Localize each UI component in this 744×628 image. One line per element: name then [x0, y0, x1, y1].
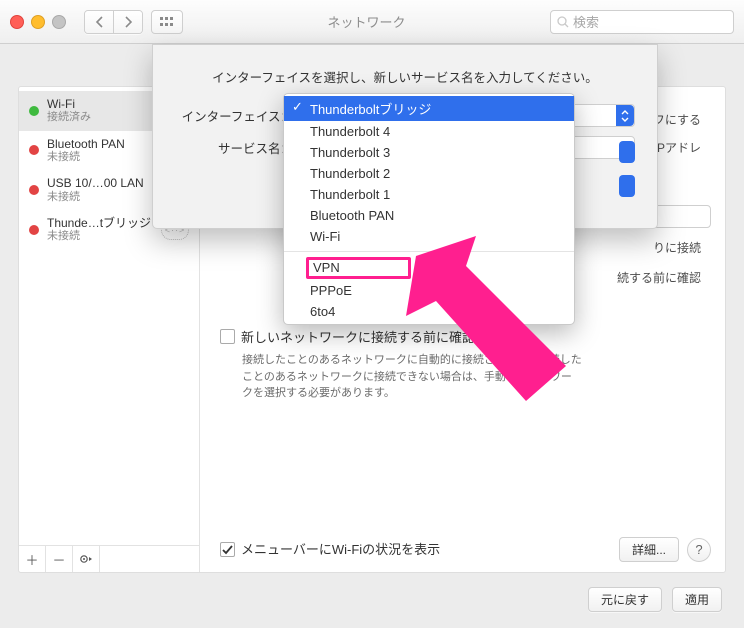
- turn-off-button-partial[interactable]: フにする: [653, 111, 701, 128]
- dd-item-bluetooth-pan[interactable]: Bluetooth PAN: [284, 205, 574, 226]
- dd-item-thunderbolt-1[interactable]: Thunderbolt 1: [284, 184, 574, 205]
- service-name: Wi-Fi: [47, 97, 91, 111]
- auto-join-partial: りに接続: [653, 239, 701, 256]
- apply-button[interactable]: 適用: [672, 587, 722, 612]
- show-in-menubar-row: メニューバーにWi-Fiの状況を表示: [220, 539, 440, 558]
- sheet-prompt: インターフェイスを選択し、新しいサービス名を入力してください。: [175, 67, 635, 86]
- sheet-create-button-partial[interactable]: [619, 141, 635, 163]
- dd-item-thunderbolt-2[interactable]: Thunderbolt 2: [284, 163, 574, 184]
- help-button[interactable]: ?: [687, 538, 711, 562]
- service-name: Bluetooth PAN: [47, 137, 125, 151]
- window-toolbar: ネットワーク 検索: [0, 0, 744, 44]
- nav-back-forward: [84, 10, 143, 34]
- window-title: ネットワーク: [191, 12, 542, 31]
- menubar-label: メニューバーにWi-Fiの状況を表示: [241, 539, 440, 558]
- service-name: USB 10/…00 LAN: [47, 176, 144, 190]
- search-icon: [557, 16, 569, 28]
- close-window-icon[interactable]: [10, 15, 24, 29]
- popup-arrows-icon: [616, 105, 634, 126]
- check-icon: [222, 544, 233, 555]
- service-toolbar: ＋ －: [19, 545, 199, 572]
- advanced-button[interactable]: 詳細...: [619, 537, 679, 562]
- dd-item-pppoe[interactable]: PPPoE: [284, 280, 574, 301]
- confirm-new-network-row: 新しいネットワークに接続する前に確認: [220, 327, 705, 346]
- confirm-new-network-checkbox[interactable]: [220, 329, 235, 344]
- minimize-window-icon[interactable]: [31, 15, 45, 29]
- remove-service-button[interactable]: －: [46, 546, 73, 572]
- dd-item-vpn[interactable]: VPN: [284, 256, 574, 280]
- sheet-secondary-button-partial[interactable]: [619, 175, 635, 197]
- interface-dropdown: Thunderboltブリッジ Thunderbolt 4 Thunderbol…: [283, 93, 575, 325]
- vpn-highlight-box: VPN: [306, 257, 411, 279]
- dd-item-thunderbolt-4[interactable]: Thunderbolt 4: [284, 121, 574, 142]
- service-status: 未接続: [47, 151, 125, 164]
- dd-item-thunderbolt-3[interactable]: Thunderbolt 3: [284, 142, 574, 163]
- confirm-new-network-label: 新しいネットワークに接続する前に確認: [241, 327, 475, 346]
- status-dot-icon: [29, 225, 39, 235]
- dd-item-wifi[interactable]: Wi-Fi: [284, 226, 574, 247]
- search-input[interactable]: 検索: [550, 10, 734, 34]
- dd-item-6to4[interactable]: 6to4: [284, 301, 574, 322]
- confirm-before-partial: 続する前に確認: [617, 269, 701, 286]
- show-all-button[interactable]: [151, 10, 183, 34]
- menubar-checkbox[interactable]: [220, 542, 235, 557]
- revert-button[interactable]: 元に戻す: [588, 587, 662, 612]
- confirm-new-network-note: 接続したことのあるネットワークに自動的に接続されます。接続したことのあるネットワ…: [242, 352, 582, 402]
- status-dot-icon: [29, 185, 39, 195]
- dropdown-separator: [284, 251, 574, 252]
- service-name: Thunde…tブリッジ: [47, 216, 151, 230]
- zoom-window-icon[interactable]: [52, 15, 66, 29]
- forward-button[interactable]: [113, 11, 142, 33]
- traffic-lights: [10, 15, 66, 29]
- window-footer-buttons: 元に戻す 適用: [588, 587, 722, 612]
- status-dot-icon: [29, 106, 39, 116]
- service-status: 接続済み: [47, 111, 91, 124]
- dd-item-thunderbolt-bridge[interactable]: Thunderboltブリッジ: [284, 96, 574, 121]
- search-placeholder: 検索: [573, 12, 599, 31]
- gear-icon: [79, 553, 93, 565]
- service-status: 未接続: [47, 191, 144, 204]
- service-actions-button[interactable]: [73, 546, 100, 572]
- add-service-button[interactable]: ＋: [19, 546, 46, 572]
- back-button[interactable]: [85, 11, 113, 33]
- service-status: 未接続: [47, 230, 151, 243]
- status-dot-icon: [29, 145, 39, 155]
